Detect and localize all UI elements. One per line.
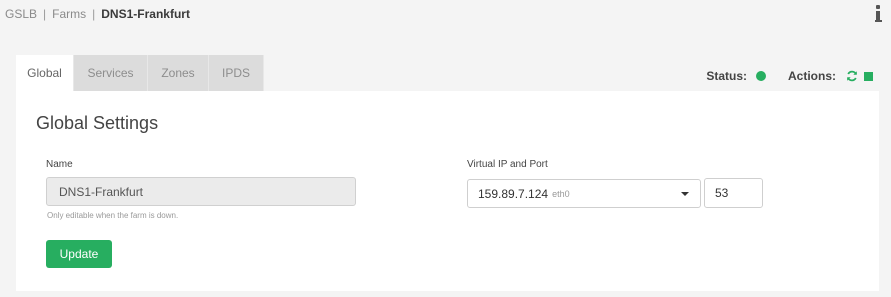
caret-down-icon: [681, 192, 689, 196]
name-label: Name: [46, 159, 73, 170]
virtual-ip-select[interactable]: 159.89.7.124 eth0: [467, 179, 701, 208]
breadcrumb-separator: |: [92, 7, 96, 21]
tab-zones[interactable]: Zones: [148, 55, 209, 91]
stop-icon[interactable]: [864, 71, 873, 81]
update-button[interactable]: Update: [46, 240, 112, 268]
tab-bar: Global Services Zones IPDS: [16, 55, 264, 91]
breadcrumb-current: DNS1-Frankfurt: [101, 7, 190, 21]
virtual-ip-value: 159.89.7.124: [478, 186, 549, 201]
tab-global[interactable]: Global: [16, 55, 74, 91]
breadcrumb-item-gslb[interactable]: GSLB: [5, 7, 37, 21]
page: GSLB | Farms | DNS1-Frankfurt Global Ser…: [0, 0, 891, 297]
breadcrumb-separator: |: [43, 7, 47, 21]
tab-services[interactable]: Services: [74, 55, 148, 91]
info-icon[interactable]: [873, 5, 883, 22]
refresh-icon[interactable]: [846, 70, 858, 82]
vip-label: Virtual IP and Port: [467, 159, 548, 170]
interface-name: eth0: [552, 188, 570, 199]
port-field[interactable]: [704, 178, 763, 208]
breadcrumb: GSLB | Farms | DNS1-Frankfurt: [5, 6, 190, 22]
global-settings-panel: Global Settings Name Only editable when …: [16, 91, 879, 291]
status-label: Status:: [706, 69, 747, 83]
tab-ipds[interactable]: IPDS: [209, 55, 264, 91]
name-field[interactable]: [46, 177, 356, 206]
breadcrumb-item-farms[interactable]: Farms: [52, 7, 86, 21]
panel-title: Global Settings: [36, 113, 159, 133]
actions-label: Actions:: [788, 69, 836, 83]
name-help-text: Only editable when the farm is down.: [47, 211, 179, 220]
status-indicator: [756, 71, 766, 81]
status-bar: Status: Actions:: [706, 68, 873, 84]
